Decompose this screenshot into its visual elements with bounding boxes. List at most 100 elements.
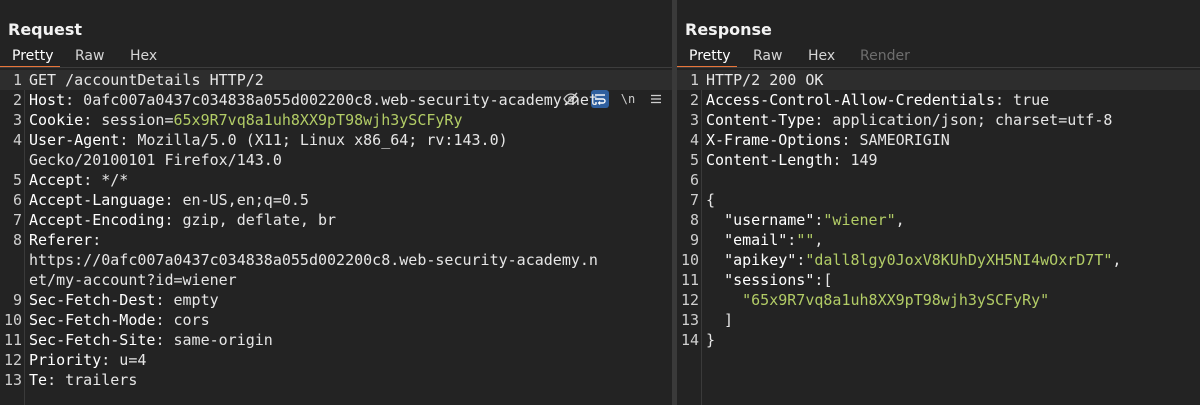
cookie-value: 65x9R7vq8a1uh8XX9pT98wjh3ySCFyRy <box>173 111 463 129</box>
request-line[interactable]: 2 Host: 0afc007a0437c034838a055d002200c8.… <box>0 90 672 110</box>
response-line[interactable]: 5 Content-Length: 149 <box>677 150 1200 170</box>
line-content: Sec-Fetch-Site: same-origin <box>29 330 273 350</box>
request-line[interactable]: 4 User-Agent: Mozilla/5.0 (X11; Linux x86… <box>0 130 672 150</box>
header-name: Content-Type <box>706 111 815 129</box>
header-value: Mozilla/5.0 (X11; Linux x86_64; rv:143.0… <box>128 131 508 149</box>
line-number: 2 <box>689 91 699 109</box>
line-content: } <box>706 330 715 350</box>
json-separator: :[ <box>814 271 833 289</box>
response-pane: Response Pretty Raw Hex Render 1 HTTP/2 2… <box>677 0 1200 405</box>
request-line[interactable]: 9 Sec-Fetch-Dest: empty <box>0 290 672 310</box>
header-value: */* <box>92 171 129 189</box>
header-value: SAMEORIGIN <box>850 131 950 149</box>
header-value: application/json; charset=utf-8 <box>823 111 1113 129</box>
request-tab-hex[interactable]: Hex <box>130 48 157 64</box>
request-tabs-rule <box>0 67 672 68</box>
line-content: "sessions":[ <box>706 270 832 290</box>
json-key: "apikey" <box>724 251 797 269</box>
header-value: empty <box>164 291 219 309</box>
response-line[interactable]: 9 "email":"", <box>677 230 1200 250</box>
response-tabs: Pretty Raw Hex Render <box>677 44 1200 68</box>
line-content: Host: 0afc007a0437c034838a055d002200c8.w… <box>29 90 598 110</box>
line-content: "65x9R7vq8a1uh8XX9pT98wjh3ySCFyRy" <box>706 290 1049 310</box>
request-line[interactable]: Gecko/20100101 Firefox/143.0 <box>0 150 672 170</box>
plain-text: HTTP/2 200 OK <box>706 71 824 89</box>
line-content: Te: trailers <box>29 370 137 390</box>
line-content: "username":"wiener", <box>706 210 905 230</box>
line-content: Sec-Fetch-Dest: empty <box>29 290 219 310</box>
header-value: 0afc007a0437c034838a055d002200c8.web-sec… <box>74 91 598 109</box>
json-key: "username" <box>724 211 815 229</box>
request-line[interactable]: 5 Accept: */* <box>0 170 672 190</box>
request-line[interactable]: 13 Te: trailers <box>0 370 672 390</box>
header-value: same-origin <box>164 331 273 349</box>
response-tab-raw[interactable]: Raw <box>753 48 782 64</box>
json-string: "wiener" <box>823 211 896 229</box>
response-line[interactable]: 2 Access-Control-Allow-Credentials: true <box>677 90 1200 110</box>
request-line[interactable]: 11 Sec-Fetch-Site: same-origin <box>0 330 672 350</box>
line-number: 10 <box>680 251 699 269</box>
request-line[interactable]: 7 Accept-Encoding: gzip, deflate, br <box>0 210 672 230</box>
header-value: u=4 <box>110 351 147 369</box>
header-colon: : <box>92 231 102 249</box>
header-value: session= <box>92 111 174 129</box>
response-line[interactable]: 6 <box>677 170 1200 190</box>
json-punct: , <box>895 211 905 229</box>
header-value: en-US,en;q=0.5 <box>173 191 309 209</box>
line-content: Cookie: session=65x9R7vq8a1uh8XX9pT98wjh… <box>29 110 462 130</box>
response-title: Response <box>685 20 772 39</box>
line-number: 6 <box>689 171 699 189</box>
response-line[interactable]: 3 Content-Type: application/json; charset… <box>677 110 1200 130</box>
line-content: X-Frame-Options: SAMEORIGIN <box>706 130 950 150</box>
header-colon: : <box>65 91 75 109</box>
header-colon: : <box>164 211 174 229</box>
line-content: ] <box>706 310 733 330</box>
response-line[interactable]: 14} <box>677 330 1200 350</box>
request-line[interactable]: 12 Priority: u=4 <box>0 350 672 370</box>
request-line[interactable]: 8 Referer: <box>0 230 672 250</box>
response-tab-pretty[interactable]: Pretty <box>689 48 731 64</box>
response-tab-hex[interactable]: Hex <box>808 48 835 64</box>
line-number: 13 <box>3 371 22 389</box>
response-line[interactable]: 10 "apikey":"dall8lgy0JoxV8KUhDyXH5NI4wO… <box>677 250 1200 270</box>
line-content: Referer: <box>29 230 101 250</box>
request-line[interactable]: 1 GET /accountDetails HTTP/2 <box>0 70 672 90</box>
line-content: Content-Type: application/json; charset=… <box>706 110 1112 130</box>
response-line[interactable]: 11 "sessions":[ <box>677 270 1200 290</box>
plain-text: et/my-account?id=wiener <box>29 271 237 289</box>
plain-text: { <box>706 191 716 209</box>
response-line[interactable]: 13 ] <box>677 310 1200 330</box>
line-number: 2 <box>12 91 22 109</box>
request-line[interactable]: https://0afc007a0437c034838a055d002200c8… <box>0 250 672 270</box>
response-line[interactable]: 8 "username":"wiener", <box>677 210 1200 230</box>
request-tab-raw[interactable]: Raw <box>75 48 104 64</box>
line-number: 7 <box>12 211 22 229</box>
line-content: Access-Control-Allow-Credentials: true <box>706 90 1049 110</box>
request-editor[interactable]: 1 GET /accountDetails HTTP/2 2 Host: 0afc00… <box>0 70 672 390</box>
response-line[interactable]: 12 "65x9R7vq8a1uh8XX9pT98wjh3ySCFyRy" <box>677 290 1200 310</box>
response-line[interactable]: 4 X-Frame-Options: SAMEORIGIN <box>677 130 1200 150</box>
line-number: 1 <box>12 71 22 89</box>
request-line[interactable]: 10 Sec-Fetch-Mode: cors <box>0 310 672 330</box>
request-tab-pretty[interactable]: Pretty <box>12 48 54 64</box>
json-key: "email" <box>724 231 788 249</box>
header-name: X-Frame-Options <box>706 131 842 149</box>
request-line[interactable]: et/my-account?id=wiener <box>0 270 672 290</box>
request-line[interactable]: 3 Cookie: session=65x9R7vq8a1uh8XX9pT98wj… <box>0 110 672 130</box>
response-line[interactable]: 7{ <box>677 190 1200 210</box>
line-content: et/my-account?id=wiener <box>29 270 237 290</box>
header-name: Sec-Fetch-Mode <box>29 311 156 329</box>
header-name: Content-Length <box>706 151 833 169</box>
line-number: 5 <box>12 171 22 189</box>
request-line[interactable]: 6 Accept-Language: en-US,en;q=0.5 <box>0 190 672 210</box>
response-editor[interactable]: 1 HTTP/2 200 OK 2 Access-Control-Allow-Cred… <box>677 70 1200 350</box>
response-tab-render: Render <box>860 48 910 64</box>
header-value: gzip, deflate, br <box>173 211 337 229</box>
response-line[interactable]: 1 HTTP/2 200 OK <box>677 70 1200 90</box>
line-number: 14 <box>680 331 699 349</box>
header-name: Te <box>29 371 48 389</box>
header-name: Host <box>29 91 66 109</box>
header-name: Accept-Language <box>29 191 165 209</box>
line-number: 5 <box>689 151 699 169</box>
